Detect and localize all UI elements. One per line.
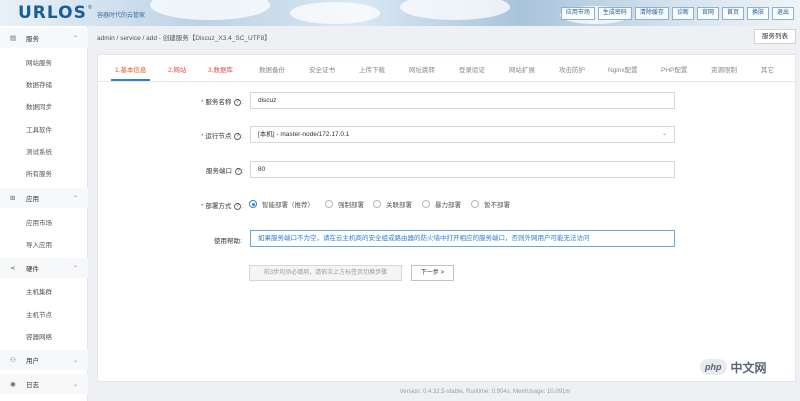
tab-url-redirect[interactable]: 网址跳转 <box>409 64 435 74</box>
usage-help-text: 如果服务端口不为空，请在云主机商的安全组或路由器的防火墙中打开相应的服务端口，否… <box>250 230 675 247</box>
sidebar-item-host-cluster[interactable]: 主机集群 <box>26 286 52 296</box>
tab-nginx-config[interactable]: Nginx配置 <box>608 64 638 74</box>
tab-website[interactable]: 2.网站 <box>168 64 186 74</box>
sidebar-group-label: 用户 <box>26 358 39 365</box>
run-node-select[interactable]: [本机] - master-node/172.17.0.1 ⌄ <box>250 126 675 143</box>
sidebar-group-hardware[interactable]: ⋖ 硬件 ⌃ <box>0 258 88 278</box>
service-name-input[interactable] <box>250 92 675 109</box>
chevron-down-icon: ⌄ <box>72 357 78 364</box>
service-list-button[interactable]: 服务列表 <box>754 29 796 44</box>
tab-data-backup[interactable]: 数据备份 <box>259 64 285 74</box>
sidebar-group-apps[interactable]: ⊞ 应用 ⌃ <box>0 188 88 208</box>
help-icon: ? <box>234 132 242 140</box>
sidebar-item-web-service[interactable]: 网站服务 <box>26 57 52 67</box>
server-icon: ▤ <box>10 35 17 42</box>
sidebar-item-test-system[interactable]: 测试系统 <box>26 146 52 156</box>
eye-icon: ◉ <box>10 381 16 388</box>
help-icon: ? <box>234 98 242 106</box>
sidebar-group-label: 服务 <box>26 36 39 43</box>
nav-clear-cache[interactable]: 清除缓存 <box>634 7 669 20</box>
chevron-up-icon: ⌃ <box>72 35 78 42</box>
tab-site-extension[interactable]: 网站扩展 <box>509 64 535 74</box>
run-node-label: * 运行节点 ?: <box>201 132 243 140</box>
sidebar-item-data-storage[interactable]: 数据存储 <box>26 79 52 89</box>
nav-skin[interactable]: 换肤 <box>746 7 769 20</box>
help-icon: ? <box>234 202 242 210</box>
tab-php-config[interactable]: PHP配置 <box>661 64 687 74</box>
create-service-panel: 1.基本信息 2.网站 3.数据库 数据备份 安全证书 上传下载 网址跳转 登录… <box>97 54 796 382</box>
steps-hint-button: 前3步均须必填项，请依次上方标签页切换步骤 <box>249 265 402 281</box>
share-icon: ⋖ <box>10 265 16 272</box>
breadcrumb: admin / service / add - 创建服务【Discuz_X3.4… <box>97 35 271 42</box>
nav-official-site[interactable]: 官网 <box>696 7 719 20</box>
watermark-badge: php <box>700 359 727 375</box>
deploy-force-radio[interactable]: 强制部署 <box>325 199 364 209</box>
next-step-button[interactable]: 下一步 > <box>411 265 454 281</box>
top-header: URLOS ® 容器时代的云管家 应用市场 生成密码 清除缓存 诊断 官网 首页… <box>0 0 800 26</box>
deploy-brute-radio[interactable]: 暴力部署 <box>422 199 461 209</box>
nav-diagnose[interactable]: 诊断 <box>671 7 694 20</box>
sidebar-item-all-services[interactable]: 所有服务 <box>26 168 52 178</box>
service-name-label: * 服务名称 ?: <box>201 98 243 106</box>
tab-basic-info[interactable]: 1.基本信息 <box>110 64 151 81</box>
watermark-text: 中文网 <box>730 360 767 375</box>
tab-database[interactable]: 3.数据库 <box>208 64 233 74</box>
watermark: php 中文网 <box>700 354 800 380</box>
tab-upload-download[interactable]: 上传下载 <box>359 64 385 74</box>
tab-other[interactable]: 其它 <box>761 64 774 74</box>
sidebar-item-tools[interactable]: 工具软件 <box>26 124 52 134</box>
nav-generate-password[interactable]: 生成密码 <box>597 7 632 20</box>
sidebar-item-import-app[interactable]: 导入应用 <box>26 239 52 249</box>
sidebar-item-app-market[interactable]: 应用市场 <box>26 217 52 227</box>
user-icon: ⚇ <box>10 357 16 364</box>
tab-login-auth[interactable]: 登录验证 <box>459 64 485 74</box>
help-icon: ? <box>234 167 242 175</box>
sidebar-group-users[interactable]: ⚇ 用户 ⌄ <box>0 350 88 370</box>
deploy-smart-radio[interactable]: 智能部署（推荐） <box>249 199 314 209</box>
nav-logout[interactable]: 退出 <box>771 7 794 20</box>
service-port-label: 服务端口 ?: <box>206 167 244 175</box>
sidebar: ▤ 服务 ⌃ 网站服务 数据存储 数据同步 工具软件 测试系统 所有服务 ⊞ 应… <box>0 26 88 401</box>
tab-attack-protection[interactable]: 攻击防护 <box>559 64 585 74</box>
run-node-value: [本机] - master-node/172.17.0.1 <box>258 131 350 138</box>
nav-app-market[interactable]: 应用市场 <box>560 7 595 20</box>
sidebar-item-host-node[interactable]: 主机节点 <box>26 309 52 319</box>
footer: Version: 0.4.32.5-stable, Runtime: 0.904… <box>0 389 800 395</box>
tab-resource-limit[interactable]: 资源限制 <box>711 64 737 74</box>
logo[interactable]: URLOS <box>18 3 87 23</box>
chevron-down-icon: ⌄ <box>661 131 667 137</box>
grid-icon: ⊞ <box>10 195 16 202</box>
deploy-related-radio[interactable]: 关联部署 <box>373 199 412 209</box>
sidebar-group-label: 日志 <box>26 382 39 389</box>
deploy-none-radio[interactable]: 暂不部署 <box>471 199 510 209</box>
sidebar-group-service[interactable]: ▤ 服务 ⌃ <box>0 28 88 48</box>
top-nav: 应用市场 生成密码 清除缓存 诊断 官网 首页 换肤 退出 <box>560 7 794 20</box>
sidebar-item-container-network[interactable]: 容器网络 <box>26 331 52 341</box>
tab-bar: 1.基本信息 2.网站 3.数据库 数据备份 安全证书 上传下载 网址跳转 登录… <box>98 55 795 82</box>
sidebar-item-data-sync[interactable]: 数据同步 <box>26 101 52 111</box>
nav-home[interactable]: 首页 <box>721 7 744 20</box>
deploy-mode-label: * 部署方式 ?: <box>201 202 243 210</box>
sidebar-group-label: 硬件 <box>26 266 39 273</box>
version-info: Version: 0.4.32.5-stable, Runtime: 0.904… <box>399 389 571 395</box>
chevron-right-icon: > <box>440 270 445 276</box>
slogan: 容器时代的云管家 <box>97 13 146 19</box>
chevron-up-icon: ⌃ <box>72 195 78 202</box>
registered-mark: ® <box>88 5 92 11</box>
usage-help-label: 使用帮助: <box>214 238 242 245</box>
chevron-down-icon: ⌄ <box>72 381 78 388</box>
service-port-input[interactable] <box>250 161 675 178</box>
sidebar-group-label: 应用 <box>26 196 39 203</box>
chevron-up-icon: ⌃ <box>72 265 78 272</box>
tab-ssl-cert[interactable]: 安全证书 <box>309 64 335 74</box>
